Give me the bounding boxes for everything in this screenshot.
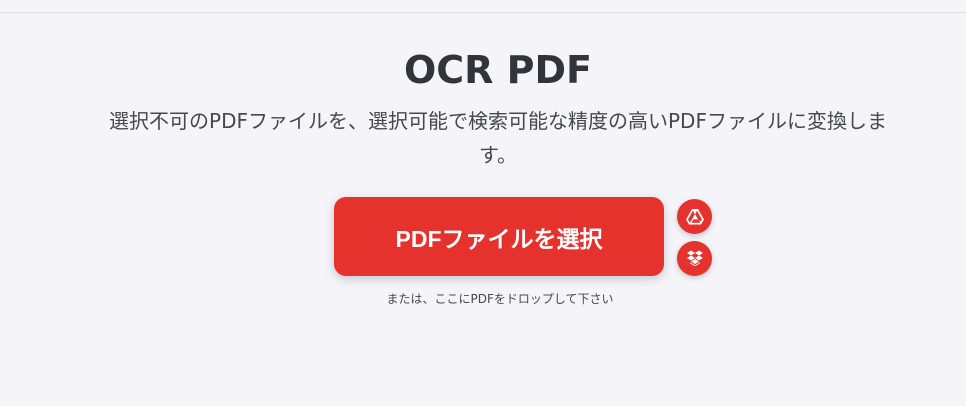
header-divider (0, 12, 966, 13)
dropbox-icon (686, 250, 703, 267)
page-subtitle: 選択不可のPDFファイルを、選択可能で検索可能な精度の高いPDFファイルに変換し… (109, 109, 887, 167)
drop-hint-text: または、ここにPDFをドロップして下さい (386, 292, 614, 306)
page-title: OCR PDF (403, 48, 593, 92)
google-drive-icon (685, 208, 704, 224)
select-pdf-button[interactable]: PDFファイルを選択 (334, 197, 664, 276)
google-drive-button[interactable] (677, 199, 712, 234)
dropbox-button[interactable] (677, 241, 712, 276)
